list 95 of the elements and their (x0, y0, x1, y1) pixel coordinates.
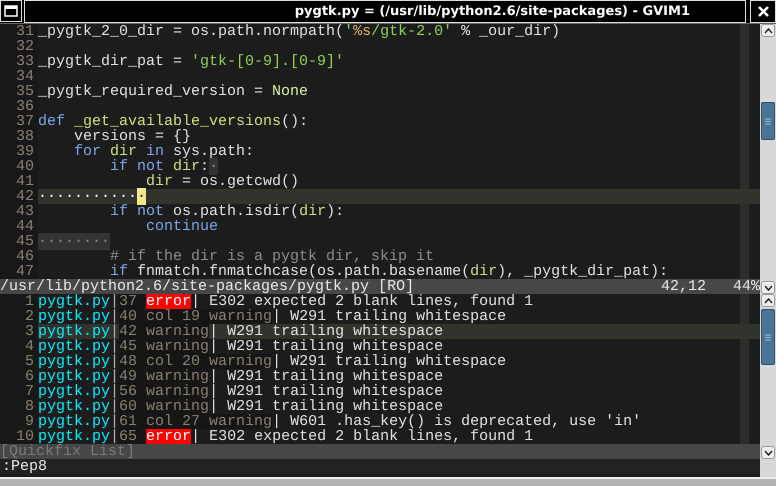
error-message: | W291 trailing whitespace (209, 339, 444, 354)
close-icon (756, 5, 770, 18)
file-name: pygtk.py (38, 384, 110, 399)
error-location: 48 col 20 (119, 354, 200, 369)
chevron-down-icon (764, 450, 772, 456)
error-message: | W291 trailing whitespace (209, 384, 444, 399)
severity-label: warning (146, 339, 210, 354)
file-name: pygtk.py (38, 429, 110, 444)
separator: | (110, 339, 120, 354)
error-location: 65 (119, 429, 138, 444)
separator: | (110, 369, 120, 384)
file-name: pygtk.py (38, 324, 110, 339)
scroll-up-button[interactable] (761, 24, 775, 37)
line-number: 3 (0, 324, 38, 339)
separator: | (110, 414, 120, 429)
scrollbar-thumb[interactable] (761, 102, 775, 140)
file-name: pygtk.py (38, 354, 110, 369)
error-message: | W291 trailing whitespace (209, 324, 444, 339)
error-location: 40 col 19 (119, 309, 200, 324)
line-number: 31 (0, 24, 38, 39)
severity-label: warning (209, 414, 272, 429)
scroll-down-button[interactable] (761, 281, 775, 294)
line-number: 44 (0, 219, 38, 234)
error-location: 37 (119, 294, 138, 309)
separator: | (110, 429, 120, 444)
severity-label: warning (146, 324, 210, 339)
error-location: 42 (119, 324, 138, 339)
error-location: 49 (119, 369, 138, 384)
window-icon (4, 5, 18, 17)
file-name: pygtk.py (38, 369, 110, 384)
severity-label: warning (209, 354, 272, 369)
error-message: | E302 expected 2 blank lines, found 1 (191, 429, 534, 444)
scrollbar-thumb[interactable] (761, 309, 775, 365)
separator: | (110, 384, 120, 399)
separator: | (110, 324, 120, 339)
line-number: 4 (0, 339, 38, 354)
line-number: 35 (0, 84, 38, 99)
error-message: | W291 trailing whitespace (209, 399, 444, 414)
error-message: | W601 .has_key() is deprecated, use 'in' (272, 414, 642, 429)
line-number: 9 (0, 414, 38, 429)
line-number: 45 (0, 234, 38, 249)
severity-label: warning (146, 399, 210, 414)
cursor-position: 42,12 (660, 279, 706, 294)
separator: | (110, 399, 120, 414)
file-path: /usr/lib/python2.6/site-packages/pygtk.py [RO] (0, 279, 414, 294)
window-title: pygtk.py = (/usr/lib/python2.6/site-packages) - GVIM1 (294, 4, 690, 19)
line-number: 37 (0, 114, 38, 129)
line-number: 42 (0, 189, 38, 204)
line-number: 39 (0, 144, 38, 159)
line-number: 2 (0, 309, 38, 324)
severity-label: warning (146, 369, 210, 384)
line-number: 34 (0, 69, 38, 84)
line-number: 43 (0, 204, 38, 219)
line-number: 36 (0, 99, 38, 114)
file-name: pygtk.py (38, 294, 110, 309)
separator: | (110, 294, 120, 309)
line-number: 32 (0, 39, 38, 54)
line-number: 47 (0, 264, 38, 279)
line-number: 10 (0, 429, 38, 444)
line-number: 8 (0, 399, 38, 414)
severity-label: error (146, 294, 192, 309)
window-menu-button[interactable] (0, 0, 22, 22)
separator: | (110, 309, 120, 324)
severity-label: error (146, 429, 192, 444)
scroll-percent: 44% (732, 279, 760, 294)
error-location: 56 (119, 384, 138, 399)
severity-label: warning (146, 384, 210, 399)
error-message: | W291 trailing whitespace (272, 309, 506, 324)
separator: | (110, 354, 120, 369)
chevron-up-icon (764, 28, 772, 34)
error-message: | E302 expected 2 blank lines, found 1 (191, 294, 534, 309)
close-button[interactable] (750, 0, 776, 23)
error-message: | W291 trailing whitespace (209, 369, 444, 384)
file-name: pygtk.py (38, 309, 110, 324)
line-number: 1 (0, 294, 38, 309)
scroll-up-button[interactable] (761, 294, 775, 307)
error-message: | W291 trailing whitespace (272, 354, 506, 369)
error-location: 61 col 27 (119, 414, 200, 429)
line-number: 6 (0, 369, 38, 384)
line-number: 38 (0, 129, 38, 144)
line-number: 7 (0, 384, 38, 399)
file-name: pygtk.py (38, 414, 110, 429)
line-number: 40 (0, 159, 38, 174)
severity-label: warning (209, 309, 272, 324)
line-number: 41 (0, 174, 38, 189)
file-name: pygtk.py (38, 339, 110, 354)
chevron-up-icon (764, 298, 772, 304)
chevron-down-icon (764, 284, 772, 290)
line-number: 5 (0, 354, 38, 369)
error-location: 45 (119, 339, 138, 354)
line-number: 33 (0, 54, 38, 69)
scroll-down-button[interactable] (761, 446, 775, 459)
line-number: 46 (0, 249, 38, 264)
file-name: pygtk.py (38, 399, 110, 414)
error-location: 60 (119, 399, 138, 414)
